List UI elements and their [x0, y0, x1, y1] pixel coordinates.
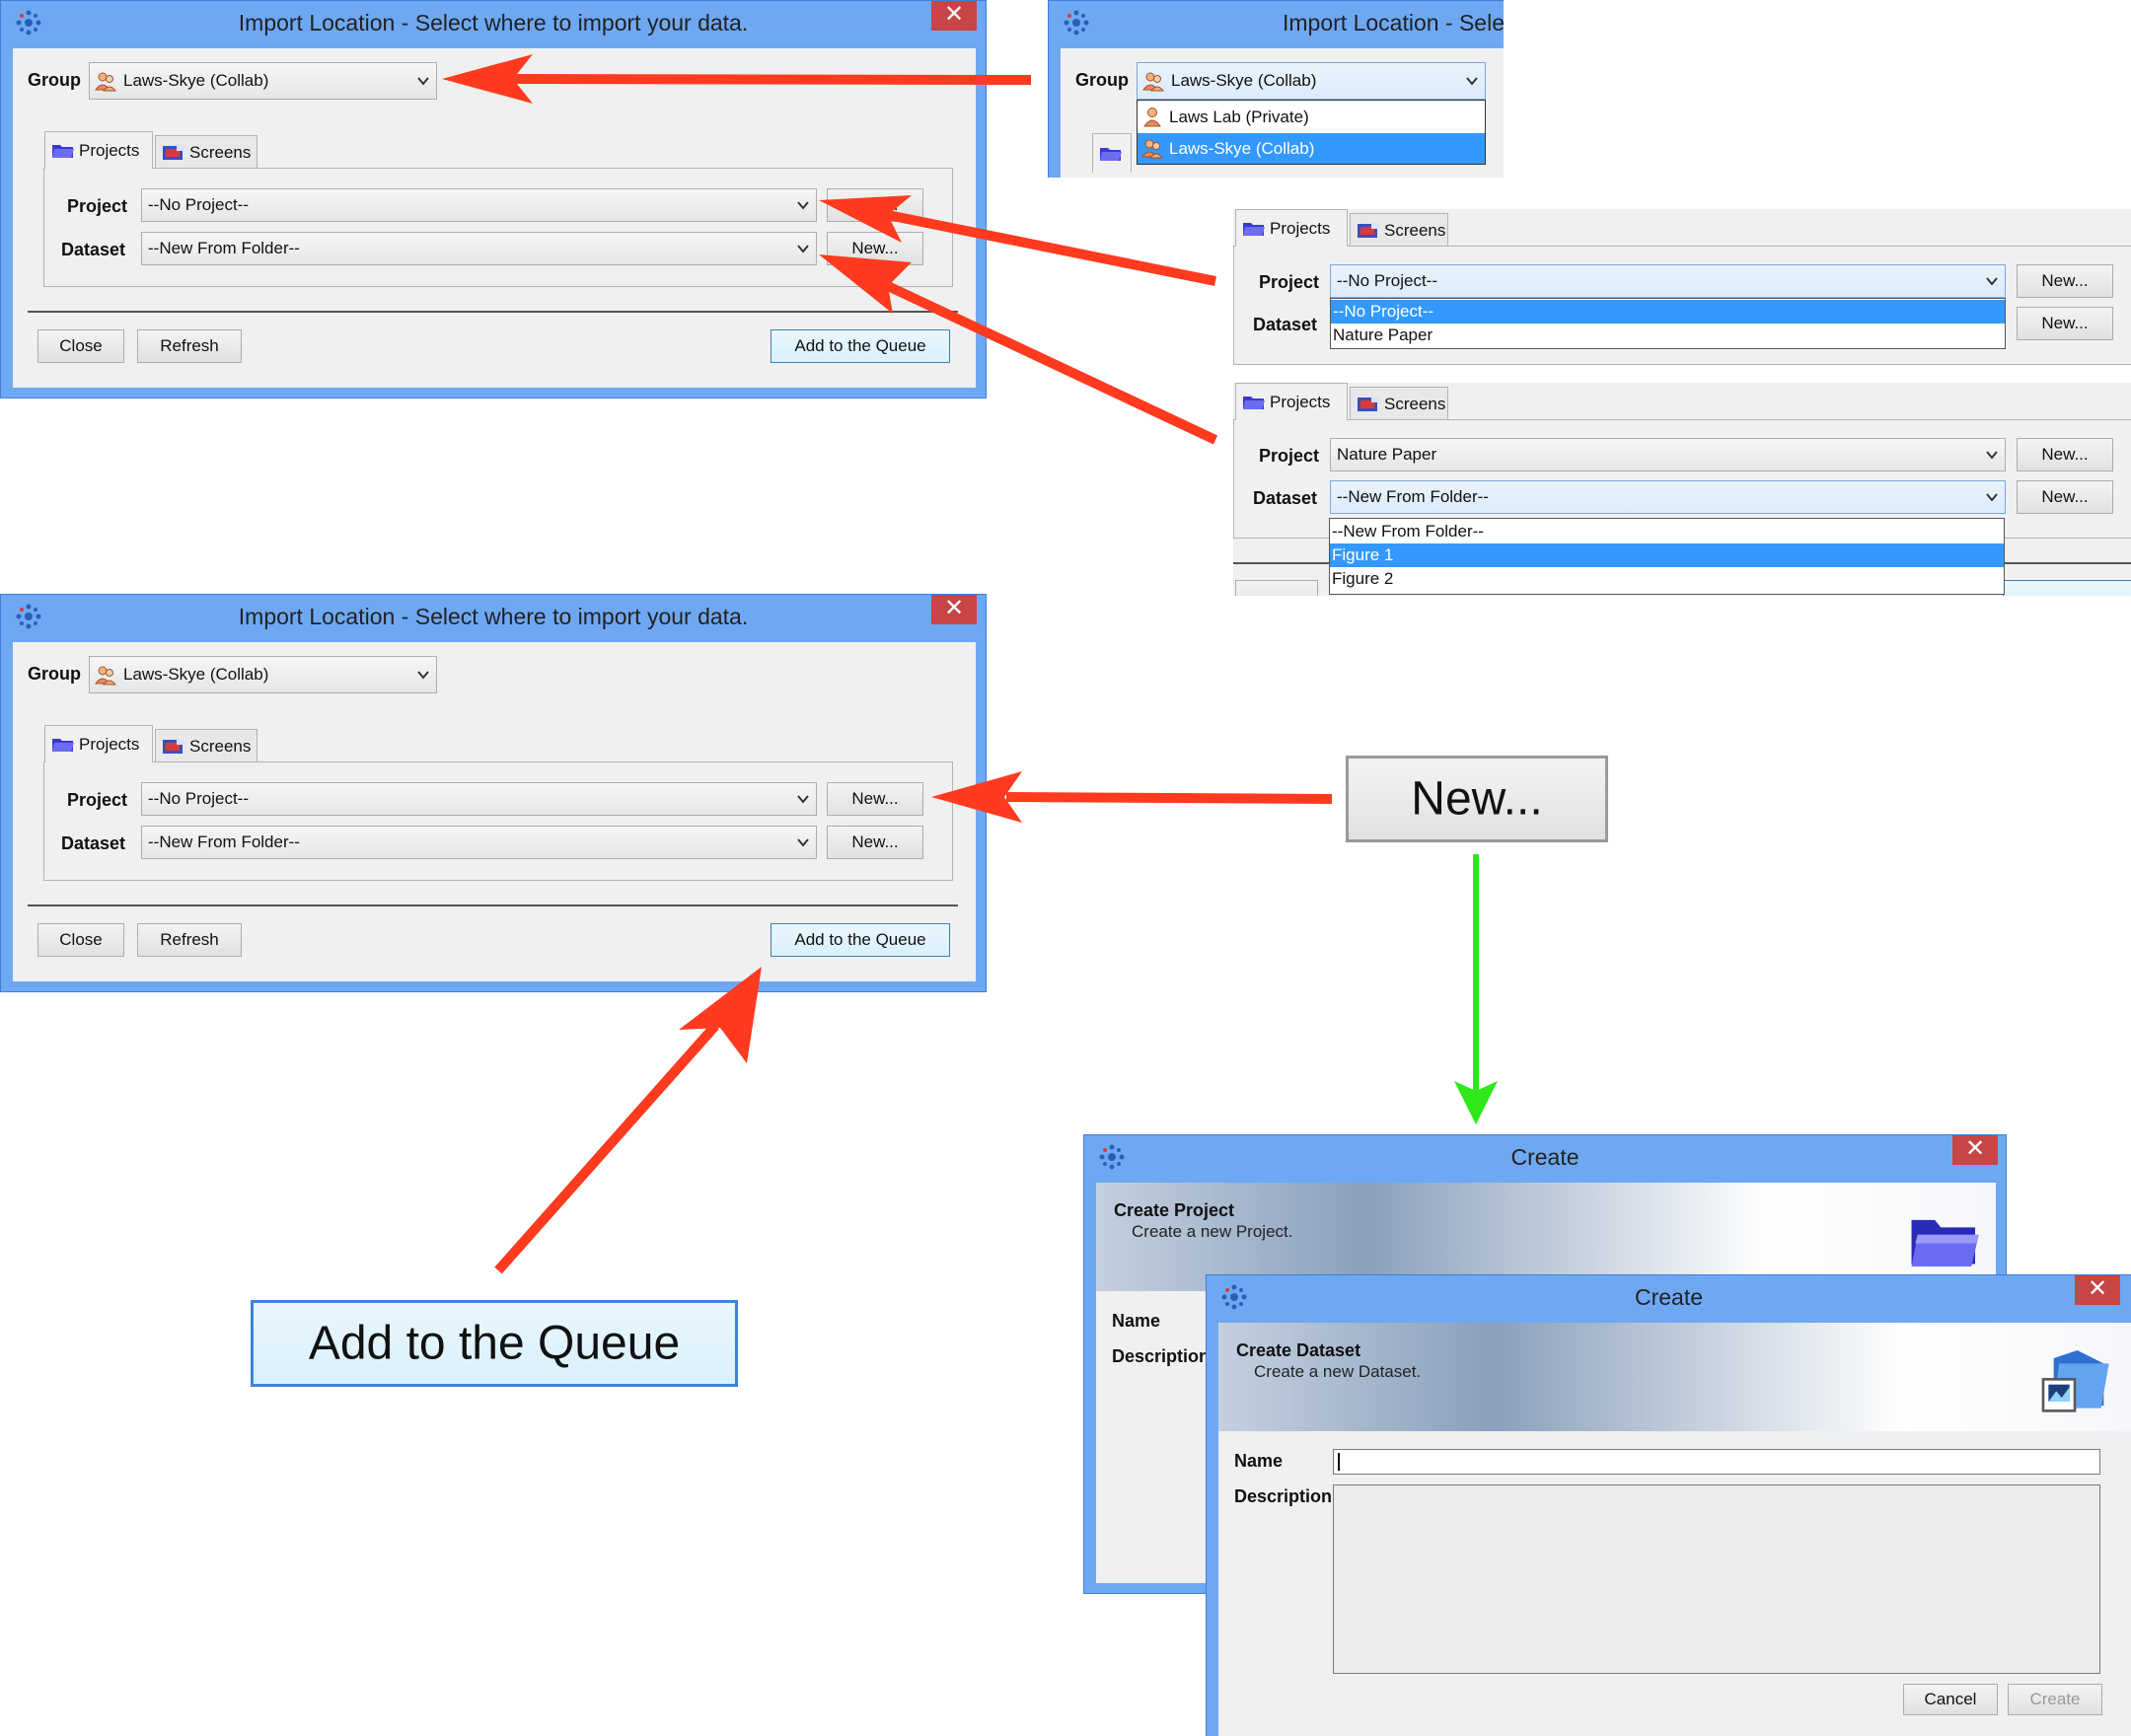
- dataset-options-list: --New From Folder-- Figure 1 Figure 2: [1329, 518, 2005, 595]
- folder-icon: [1242, 394, 1266, 411]
- dataset-option-figure-2[interactable]: Figure 2: [1330, 567, 2004, 591]
- arrow-to-new-button: [931, 771, 1333, 823]
- arrow-to-group-select: [442, 54, 1032, 104]
- tab-projects[interactable]: Projects: [44, 725, 153, 762]
- arrow-to-dataset-select: [819, 254, 1218, 445]
- folder-icon: [1242, 220, 1266, 238]
- tab-projects[interactable]: Projects: [1235, 383, 1348, 420]
- folder-icon: [51, 142, 75, 160]
- dataset-option-new-from-folder[interactable]: --New From Folder--: [1330, 520, 2004, 543]
- annotation-arrows: [442, 54, 1498, 1274]
- tab-projects[interactable]: Projects: [44, 131, 153, 169]
- arrow-to-create-dialog: [1454, 854, 1498, 1124]
- dataset-option-figure-1[interactable]: Figure 1: [1330, 543, 2004, 567]
- arrow-to-queue-button: [494, 967, 762, 1274]
- tab-projects[interactable]: Projects: [1235, 209, 1348, 247]
- folder-icon: [51, 736, 75, 754]
